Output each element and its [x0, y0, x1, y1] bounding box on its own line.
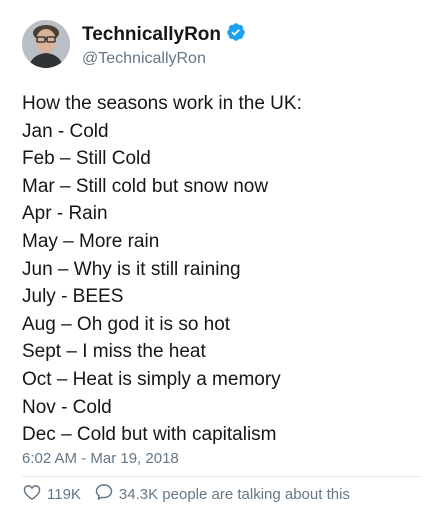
tweet-text-line: Aug – Oh god it is so hot: [22, 313, 231, 335]
verified-badge-icon: [221, 22, 246, 47]
tweet-text-line: How the seasons work in the UK:: [22, 93, 302, 114]
name-row: TechnicallyRon: [82, 22, 246, 47]
tweet-card: TechnicallyRon @TechnicallyRon How the s…: [0, 0, 434, 516]
tweet-text-line: Nov - Cold: [22, 396, 112, 418]
tweet-text-line: Dec – Cold but with capitalism: [22, 424, 277, 446]
user-handle[interactable]: @TechnicallyRon: [82, 49, 206, 69]
tweet-text-line: May – More rain: [22, 230, 160, 252]
heart-icon: [22, 482, 47, 508]
divider: [22, 476, 422, 477]
like-count: 119K: [47, 486, 81, 503]
tweet-text-line: Oct – Heat is simply a memory: [22, 368, 281, 390]
tweet-text-line: Mar – Still cold but snow now: [22, 175, 269, 197]
avatar[interactable]: [22, 20, 70, 68]
tweet-text-line: Jun – Why is it still raining: [22, 258, 241, 280]
conversation-link[interactable]: 34.3K people are talking about this: [94, 482, 350, 508]
like-button[interactable]: 119K: [22, 482, 81, 508]
tweet-timestamp[interactable]: 6:02 AM - Mar 19, 2018: [22, 449, 179, 469]
tweet-text-line: Apr - Rain: [22, 203, 108, 225]
speech-bubble-icon: [94, 482, 119, 508]
tweet-text: How the seasons work in the UK: Jan - Co…: [22, 90, 422, 449]
tweet-text-line: Jan - Cold: [22, 120, 109, 142]
tweet-text-line: Sept – I miss the heat: [22, 341, 206, 363]
display-name[interactable]: TechnicallyRon: [82, 24, 221, 46]
tweet-actions: 119K 34.3K people are talking about this: [22, 482, 350, 508]
tweet-text-line: Feb – Still Cold: [22, 148, 151, 170]
tweet-text-line: July - BEES: [22, 286, 124, 308]
conversation-text: 34.3K people are talking about this: [118, 486, 350, 503]
